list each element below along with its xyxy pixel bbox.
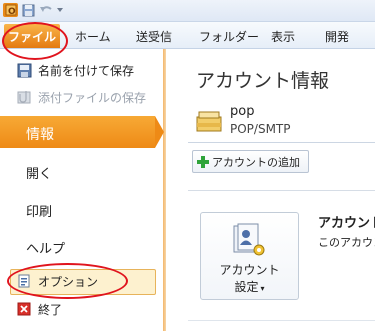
- exit-icon: [16, 301, 32, 317]
- menu-print[interactable]: 印刷: [26, 201, 52, 220]
- menu-info[interactable]: 情報: [26, 124, 54, 144]
- mailbox-icon: [194, 107, 224, 137]
- add-account-label: アカウントの追加: [212, 155, 300, 169]
- account-settings-label-text: 設定: [234, 280, 259, 294]
- tab-folder-label: フォルダー: [199, 29, 260, 44]
- menu-help[interactable]: ヘルプ: [26, 238, 65, 257]
- menu-help-label: ヘルプ: [26, 242, 66, 257]
- account-name: pop: [230, 104, 255, 119]
- menu-open-label: 開く: [26, 167, 53, 182]
- tab-developer-label: 開発: [325, 29, 350, 44]
- info-selected-bg: [0, 116, 155, 148]
- account-settings-icon: [232, 223, 266, 257]
- svg-text:O: O: [8, 7, 16, 16]
- page-title: アカウント情報: [196, 70, 330, 92]
- section-divider: [188, 190, 375, 191]
- tab-home-label: ホーム: [75, 29, 111, 44]
- tab-send-receive-label: 送受信: [136, 29, 173, 44]
- tab-view[interactable]: 表示: [271, 27, 295, 45]
- menu-info-label: 情報: [26, 127, 54, 143]
- dropdown-arrow-icon: ▾: [260, 284, 265, 293]
- save-attachments-label: 添付ファイルの保存: [38, 90, 147, 105]
- save-as-icon: [16, 62, 32, 78]
- menu-open[interactable]: 開く: [26, 163, 52, 182]
- save-qat-icon[interactable]: [21, 3, 36, 17]
- tab-send-receive[interactable]: 送受信: [136, 27, 172, 45]
- bottom-divider: [188, 320, 375, 321]
- exit-label: 終了: [38, 302, 63, 317]
- file-tab-annotation-oval: [2, 22, 68, 60]
- account-settings-description: このアカウン: [318, 236, 375, 249]
- outlook-app-icon[interactable]: O: [3, 3, 18, 17]
- menu-print-label: 印刷: [26, 205, 53, 220]
- undo-qat-icon[interactable]: [38, 3, 53, 17]
- account-settings-heading: アカウント: [318, 216, 375, 231]
- save-attachments-icon: [16, 89, 32, 105]
- add-account-button[interactable]: アカウントの追加: [192, 150, 309, 173]
- customize-qat-icon[interactable]: [55, 3, 65, 17]
- tab-folder[interactable]: フォルダー: [199, 27, 259, 45]
- account-divider: [188, 142, 375, 143]
- save-as-label: 名前を付けて保存: [38, 63, 135, 78]
- tab-developer[interactable]: 開発: [325, 27, 349, 45]
- account-settings-label-line2: 設定 ▾: [201, 278, 298, 295]
- title-bar: O: [0, 0, 375, 22]
- exit-command[interactable]: 終了: [4, 299, 62, 319]
- save-attachments-command[interactable]: 添付ファイルの保存: [4, 87, 146, 107]
- tab-home[interactable]: ホーム: [75, 27, 111, 45]
- options-annotation-oval: [7, 263, 128, 299]
- info-selected-arrow: [155, 116, 164, 148]
- account-settings-button[interactable]: アカウント 設定 ▾: [200, 212, 299, 300]
- tab-view-label: 表示: [271, 29, 296, 44]
- account-settings-label-line1: アカウント: [219, 263, 280, 277]
- add-plus-icon: [197, 155, 209, 168]
- save-as-command[interactable]: 名前を付けて保存: [4, 60, 134, 80]
- account-type: POP/SMTP: [230, 122, 291, 136]
